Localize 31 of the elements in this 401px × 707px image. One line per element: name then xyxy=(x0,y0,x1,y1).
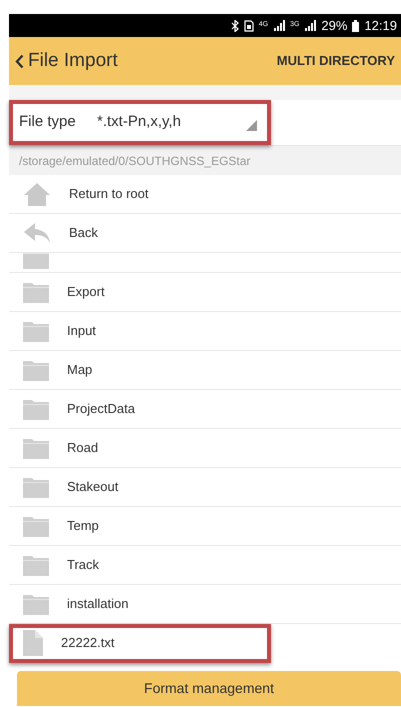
home-icon xyxy=(23,182,51,206)
bluetooth-icon xyxy=(230,20,239,32)
file-type-dropdown[interactable]: File type *.txt-Pn,x,y,h xyxy=(9,100,271,145)
folder-icon xyxy=(23,515,49,537)
folder-icon xyxy=(23,359,49,381)
chevron-left-icon xyxy=(15,54,24,68)
back-button[interactable]: File Import xyxy=(15,46,118,76)
folder-icon xyxy=(23,437,49,459)
back-arrow-icon xyxy=(23,222,51,244)
signal-icon xyxy=(273,20,286,31)
format-management-button[interactable]: Format management xyxy=(17,671,401,706)
signal-icon xyxy=(304,20,316,31)
folder-icon xyxy=(23,253,49,269)
folder-icon xyxy=(23,398,49,420)
file-type-label: File type xyxy=(19,112,77,132)
file-item[interactable]: 22222.txt xyxy=(9,624,271,663)
folder-icon xyxy=(23,593,49,615)
folder-icon xyxy=(23,476,49,498)
directory-path: /storage/emulated/0/SOUTHGNSS_EGStar xyxy=(9,145,401,175)
file-icon xyxy=(23,630,43,656)
folder-item[interactable] xyxy=(9,253,401,273)
folder-icon xyxy=(23,281,49,303)
sim-card-icon xyxy=(244,20,254,32)
multi-directory-button[interactable]: MULTI DIRECTORY xyxy=(276,51,395,71)
folder-icon xyxy=(23,554,49,576)
battery-percent: 29% xyxy=(321,16,348,35)
clock-time: 12:19 xyxy=(364,16,397,35)
dropdown-triangle-icon xyxy=(246,120,257,131)
battery-icon xyxy=(352,20,360,32)
folder-icon xyxy=(23,320,49,342)
file-type-value: *.txt-Pn,x,y,h xyxy=(97,112,181,132)
